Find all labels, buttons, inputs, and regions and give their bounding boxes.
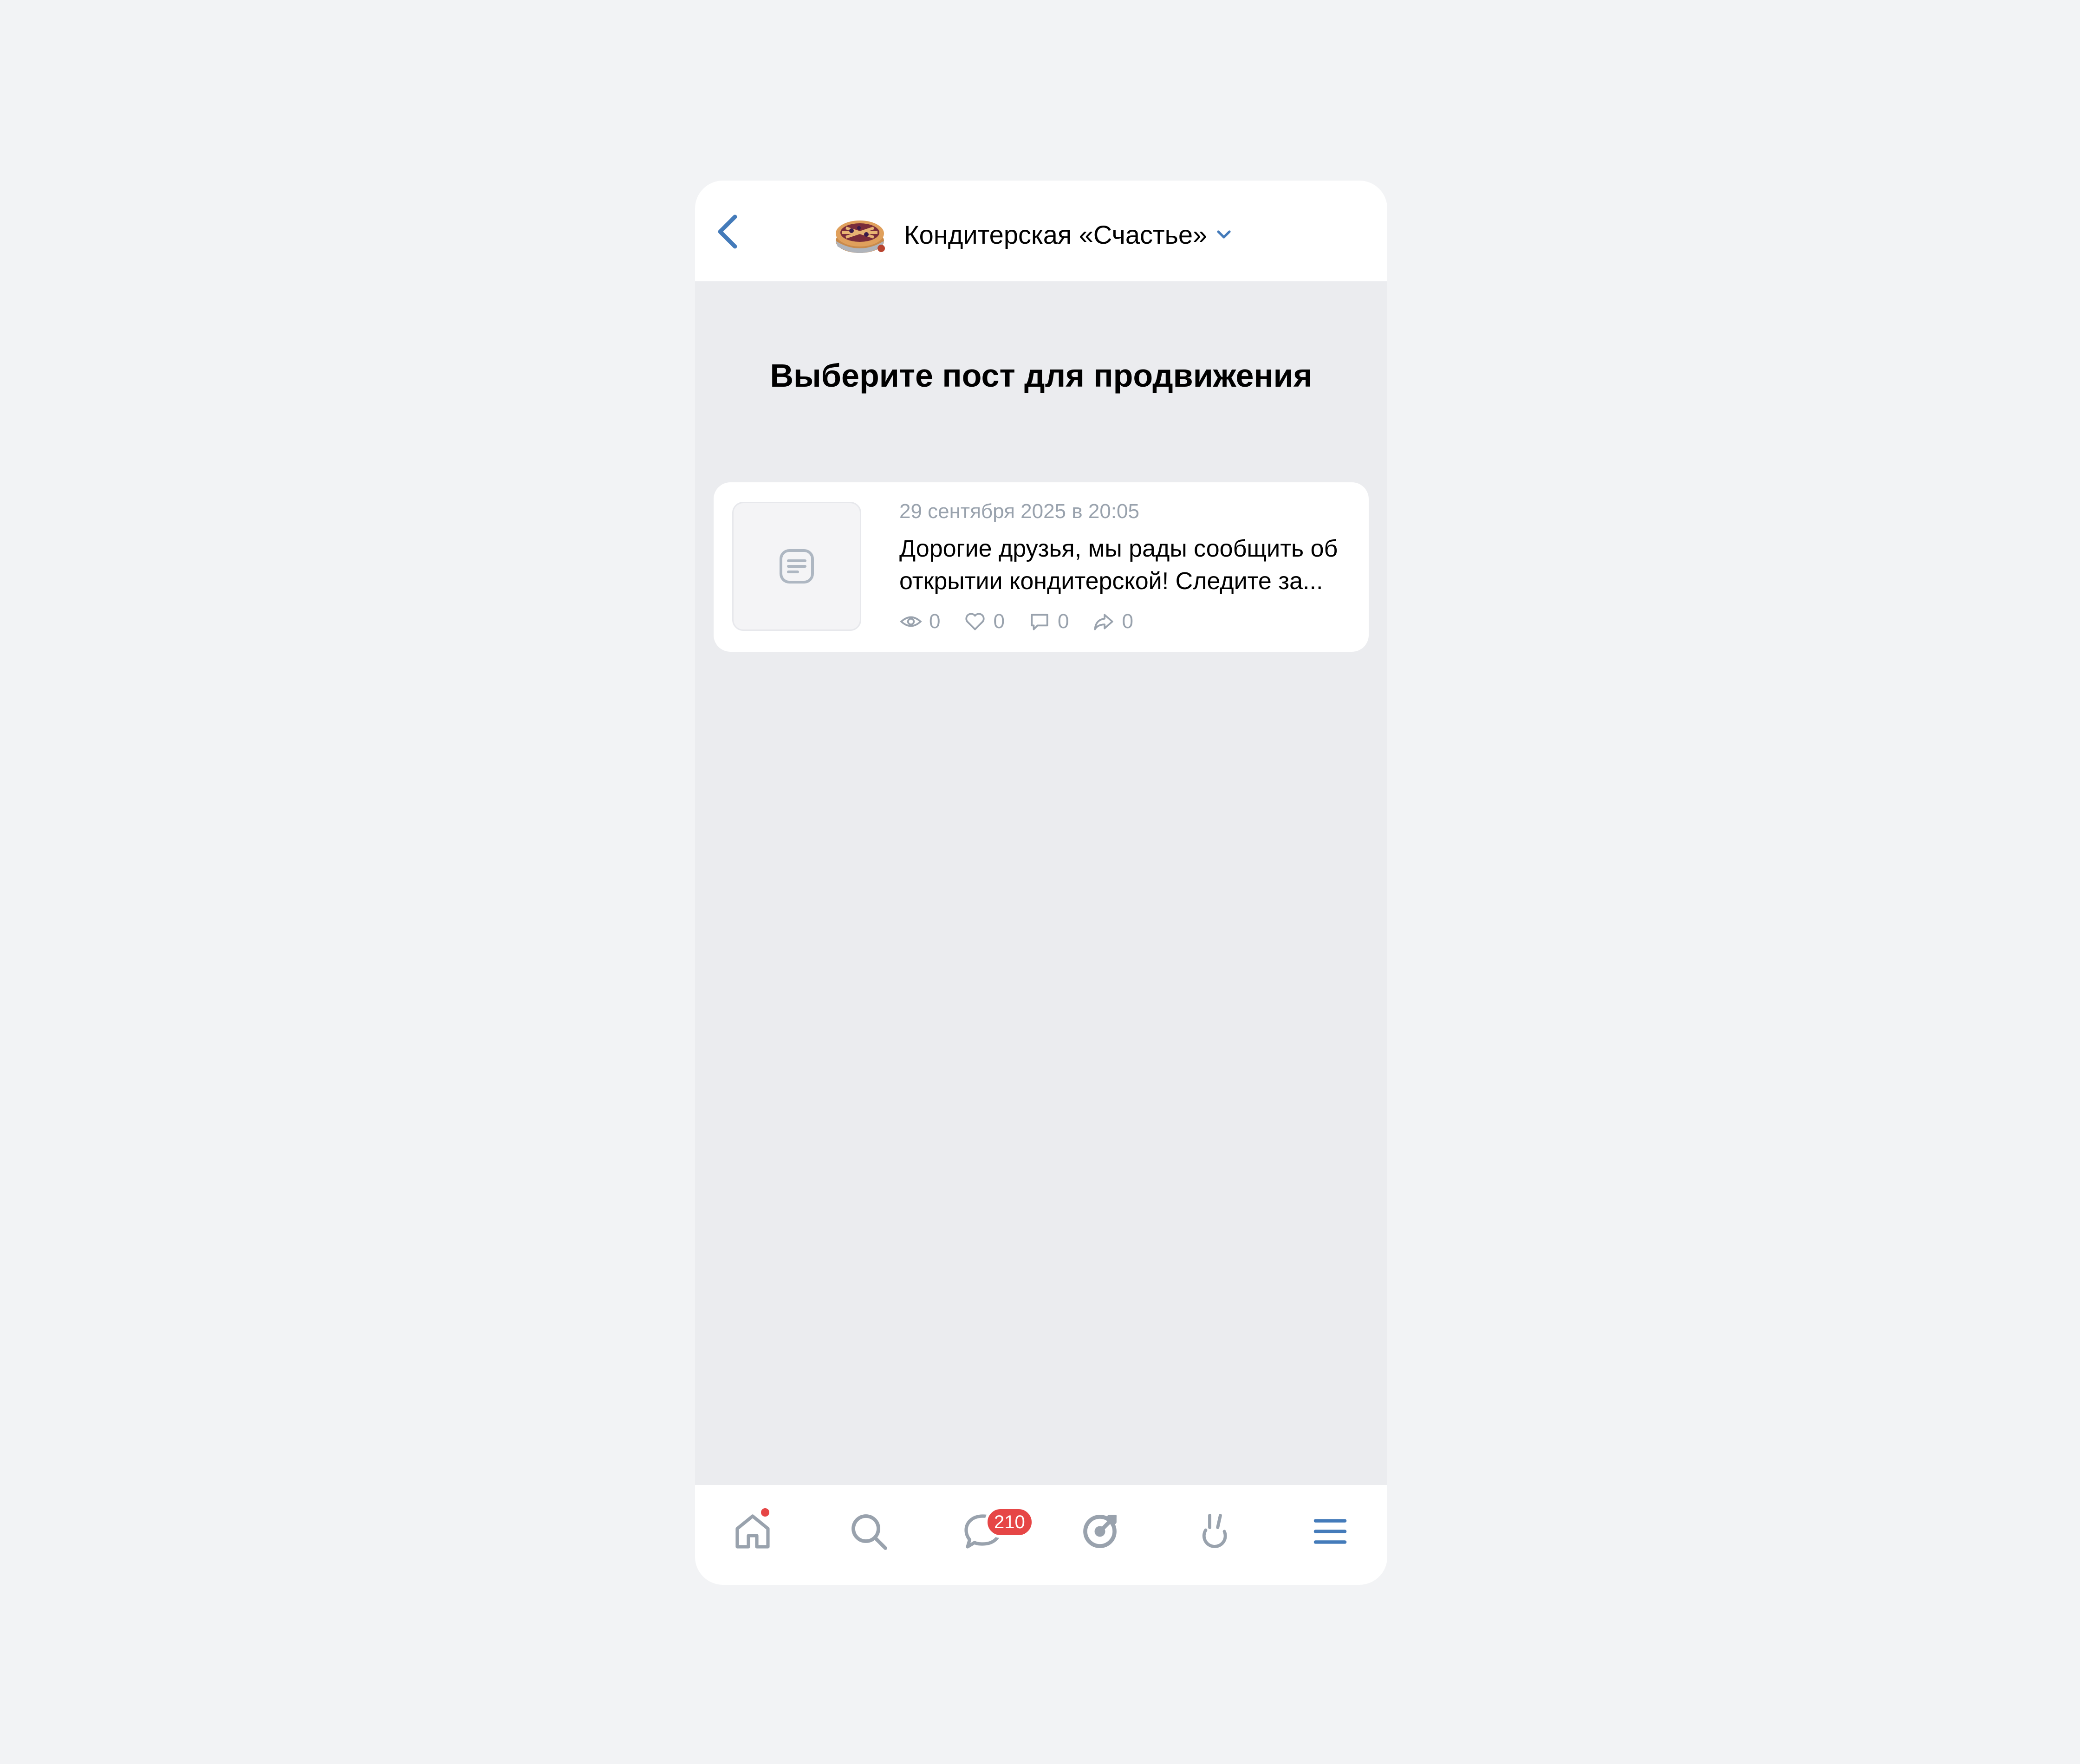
- messages-badge: 210: [985, 1506, 1034, 1538]
- community-avatar: [830, 204, 890, 265]
- menu-icon: [1313, 1519, 1347, 1544]
- views-count: 0: [929, 610, 941, 633]
- tab-messages[interactable]: 210: [955, 1504, 1034, 1559]
- tab-clips[interactable]: [1072, 1504, 1128, 1559]
- article-icon: [780, 549, 814, 584]
- likes-stat: 0: [963, 610, 1005, 633]
- comment-icon: [1031, 614, 1048, 630]
- page-title: Выберите пост для продвижения: [770, 357, 1313, 394]
- clips-icon: [1083, 1515, 1117, 1548]
- share-icon: [1094, 614, 1114, 630]
- home-icon: [735, 1514, 770, 1549]
- post-date: 29 сентября 2025 в 20:05: [899, 500, 1139, 523]
- tab-home[interactable]: [725, 1504, 780, 1559]
- tab-services[interactable]: [1187, 1504, 1243, 1559]
- back-button[interactable]: [709, 213, 746, 250]
- views-stat: 0: [899, 610, 940, 633]
- comments-stat: 0: [1028, 610, 1069, 633]
- post-card[interactable]: 29 сентября 2025 в 20:05 Дорогие друзья,…: [714, 482, 1369, 652]
- search-icon: [852, 1514, 887, 1550]
- chevron-down-icon: [1216, 229, 1232, 240]
- community-switcher[interactable]: Кондитерская «Счастье»: [830, 204, 1232, 265]
- likes-count: 0: [993, 610, 1005, 633]
- header: Кондитерская «Счастье»: [695, 181, 1387, 281]
- eye-icon: [900, 616, 922, 627]
- home-notification-dot: [761, 1508, 769, 1517]
- shares-stat: 0: [1092, 610, 1133, 633]
- community-name: Кондитерская «Счастье»: [904, 220, 1208, 249]
- tab-menu[interactable]: [1302, 1504, 1358, 1559]
- chevron-left-icon: [718, 214, 737, 249]
- tab-search[interactable]: [841, 1504, 897, 1559]
- app-window: Кондитерская «Счастье» Выберите пост для…: [695, 181, 1387, 1585]
- shares-count: 0: [1122, 610, 1133, 633]
- comments-count: 0: [1057, 610, 1069, 633]
- bottom-tab-bar: 210: [695, 1485, 1387, 1585]
- post-text: Дорогие друзья, мы рады сообщить об откр…: [899, 535, 1338, 595]
- services-icon: [1202, 1514, 1227, 1548]
- pie-avatar-icon: [836, 220, 885, 253]
- post-stats: 0 0 0 0: [899, 608, 1157, 636]
- post-thumbnail: [732, 502, 861, 631]
- heart-icon: [965, 613, 985, 630]
